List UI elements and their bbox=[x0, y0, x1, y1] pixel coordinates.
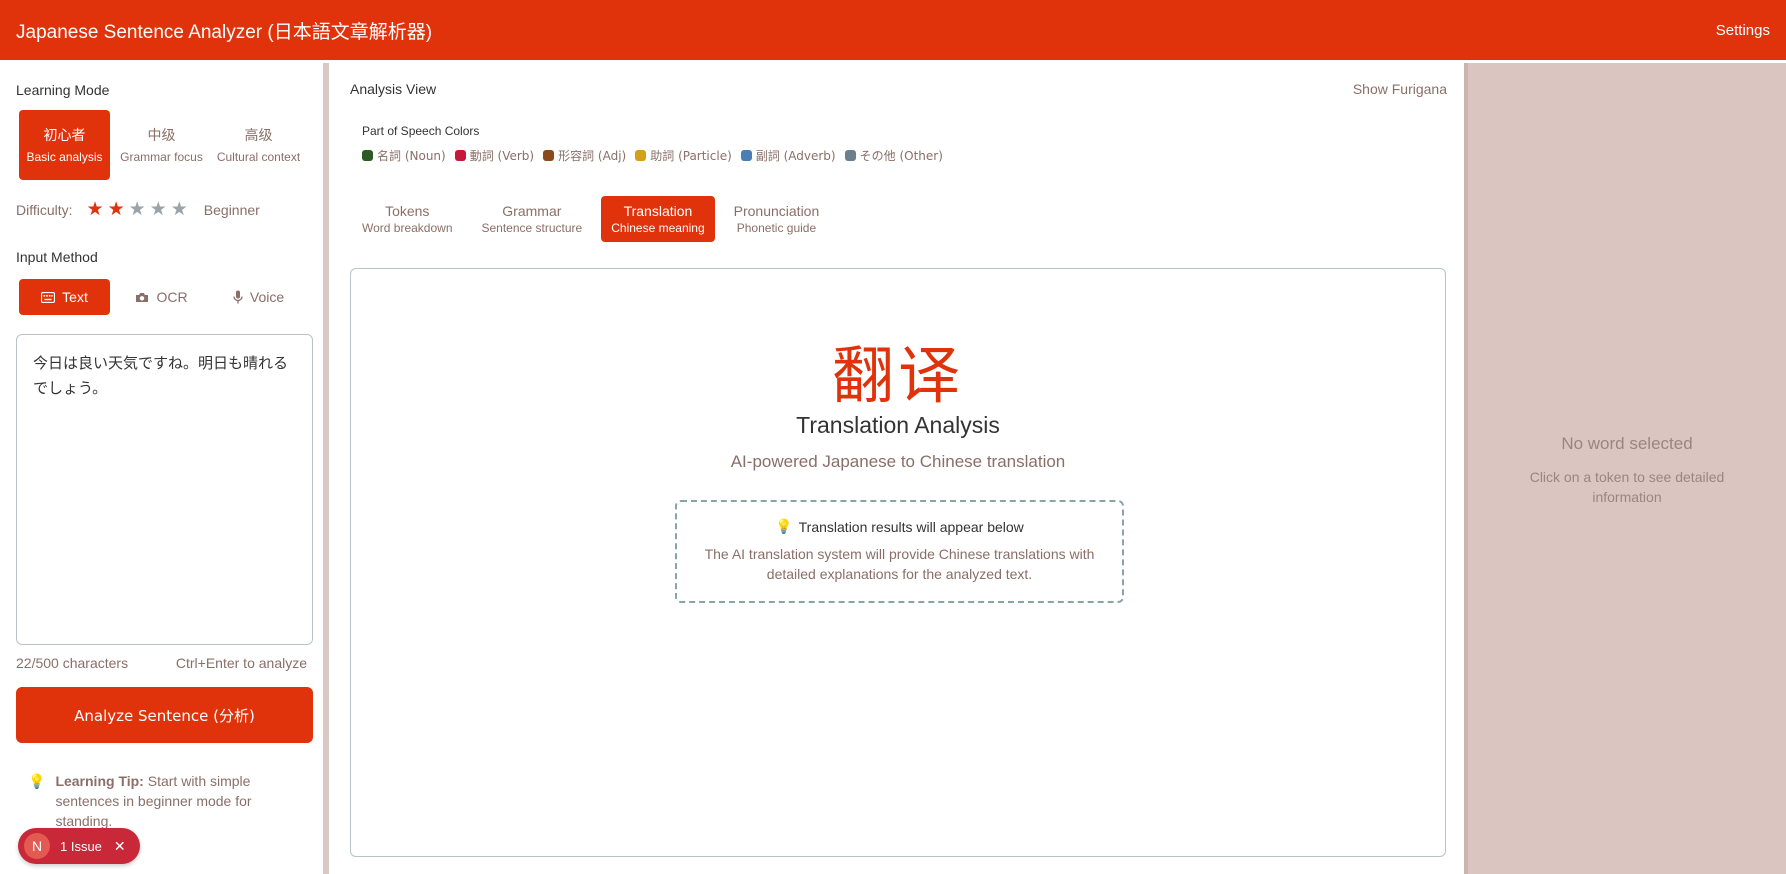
pos-legend-title: Part of Speech Colors bbox=[362, 124, 480, 138]
translation-content: 翻译 Translation Analysis AI-powered Japan… bbox=[350, 268, 1446, 857]
tab-tokens[interactable]: Tokens Word breakdown bbox=[352, 196, 463, 242]
translation-title: Translation Analysis bbox=[796, 412, 1000, 438]
color-swatch bbox=[543, 150, 555, 161]
tab-translation[interactable]: Translation Chinese meaning bbox=[601, 196, 715, 242]
mode-subtitle: Cultural context bbox=[216, 150, 301, 164]
nextjs-logo-icon: N bbox=[24, 833, 50, 859]
tab-title: Translation bbox=[623, 203, 693, 219]
input-method-label: Input Method bbox=[16, 249, 98, 265]
pos-label: 形容詞 (Adj) bbox=[558, 149, 627, 163]
tab-pronunciation[interactable]: Pronunciation Phonetic guide bbox=[724, 196, 830, 242]
method-voice-button[interactable]: Voice bbox=[213, 279, 304, 315]
close-icon[interactable]: ✕ bbox=[114, 838, 126, 855]
method-label: Text bbox=[62, 289, 88, 305]
show-furigana-toggle[interactable]: Show Furigana bbox=[1353, 81, 1447, 97]
difficulty-stars[interactable]: ★ ★ ★ ★ ★ bbox=[87, 200, 188, 219]
translation-notice: 💡 Translation results will appear below … bbox=[675, 500, 1124, 603]
method-ocr-button[interactable]: OCR bbox=[116, 279, 207, 315]
tab-subtitle: Chinese meaning bbox=[611, 221, 705, 235]
analysis-header: Analysis View Show Furigana bbox=[350, 81, 1447, 97]
mode-title: 初心者 bbox=[43, 127, 86, 143]
learning-mode-group: 初心者 Basic analysis 中级 Grammar focus 高级 C… bbox=[16, 110, 307, 180]
app-header: Japanese Sentence Analyzer (日本語文章解析器) Se… bbox=[0, 0, 1786, 60]
pos-legend: 名詞 (Noun) 動詞 (Verb) 形容詞 (Adj) 助詞 (Particle)… bbox=[362, 147, 943, 164]
tip-content: Learning Tip: Start with simple sentence… bbox=[55, 771, 307, 831]
app-title: Japanese Sentence Analyzer (日本語文章解析器) bbox=[16, 21, 433, 43]
tab-subtitle: Phonetic guide bbox=[736, 221, 817, 235]
difficulty-level: Beginner bbox=[203, 201, 260, 218]
lightbulb-icon: 💡 bbox=[775, 518, 793, 534]
mode-intermediate-button[interactable]: 中级 Grammar focus bbox=[116, 110, 207, 180]
sentence-input[interactable]: 今日は良い天気ですね。明日も晴れるでしょう。 bbox=[16, 334, 313, 645]
pos-legend-item: 名詞 (Noun) bbox=[362, 147, 446, 164]
star-icon[interactable]: ★ bbox=[108, 200, 125, 219]
notice-title: Translation results will appear below bbox=[798, 518, 1024, 535]
star-icon[interactable]: ★ bbox=[129, 200, 146, 219]
mode-beginner-button[interactable]: 初心者 Basic analysis bbox=[19, 110, 110, 180]
keyboard-icon bbox=[41, 291, 56, 303]
pos-legend-item: 副詞 (Adverb) bbox=[740, 147, 836, 164]
translation-subtitle: AI-powered Japanese to Chinese translati… bbox=[730, 452, 1066, 471]
color-swatch bbox=[740, 150, 752, 161]
analyze-button[interactable]: Analyze Sentence (分析) bbox=[16, 687, 313, 743]
left-sidebar: Learning Mode 初心者 Basic analysis 中级 Gram… bbox=[0, 63, 329, 874]
word-detail-panel: No word selected Click on a token to see… bbox=[1464, 63, 1786, 874]
no-word-title: No word selected bbox=[1561, 434, 1693, 453]
learning-tip: 💡 Learning Tip: Start with simple senten… bbox=[16, 771, 307, 831]
analysis-view-title: Analysis View bbox=[350, 81, 437, 97]
shortcut-hint: Ctrl+Enter to analyze bbox=[175, 655, 307, 671]
translation-glyph: 翻译 bbox=[831, 339, 964, 412]
mode-subtitle: Grammar focus bbox=[120, 150, 203, 164]
star-icon[interactable]: ★ bbox=[150, 200, 167, 219]
color-swatch bbox=[844, 150, 856, 161]
difficulty-label: Difficulty: bbox=[16, 201, 73, 218]
notice-body: The AI translation system will provide C… bbox=[704, 546, 1095, 582]
mode-subtitle: Basic analysis bbox=[26, 150, 103, 164]
analysis-panel: Analysis View Show Furigana Part of Spee… bbox=[335, 63, 1464, 874]
tab-title: Pronunciation bbox=[733, 203, 820, 219]
microphone-icon bbox=[233, 290, 243, 304]
color-swatch bbox=[362, 150, 373, 161]
color-swatch bbox=[635, 150, 647, 161]
mode-title: 中级 bbox=[147, 127, 176, 143]
pos-label: 動詞 (Verb) bbox=[469, 149, 535, 163]
star-icon[interactable]: ★ bbox=[171, 200, 188, 219]
star-icon[interactable]: ★ bbox=[87, 200, 104, 219]
lightbulb-icon: 💡 bbox=[28, 773, 46, 789]
tab-subtitle: Sentence structure bbox=[481, 221, 583, 235]
pos-legend-item: 形容詞 (Adj) bbox=[543, 147, 626, 164]
color-swatch bbox=[454, 150, 466, 161]
issue-badge[interactable]: N 1 Issue ✕ bbox=[18, 828, 140, 864]
method-label: OCR bbox=[156, 289, 188, 305]
difficulty-rating: Difficulty: ★ ★ ★ ★ ★ Beginner bbox=[16, 200, 307, 219]
tip-label: Learning Tip: bbox=[55, 773, 144, 789]
no-word-subtitle: Click on a token to see detailed informa… bbox=[1529, 469, 1725, 505]
analysis-tabs: Tokens Word breakdown Grammar Sentence s… bbox=[352, 196, 829, 242]
tab-title: Tokens bbox=[385, 203, 430, 219]
pos-label: 名詞 (Noun) bbox=[377, 149, 446, 163]
learning-mode-label: Learning Mode bbox=[16, 82, 110, 98]
tab-subtitle: Word breakdown bbox=[362, 221, 453, 235]
pos-label: その他 (Other) bbox=[859, 149, 943, 163]
pos-label: 助詞 (Particle) bbox=[650, 149, 732, 163]
issue-count: 1 Issue bbox=[60, 838, 102, 854]
char-count: 22/500 characters bbox=[16, 655, 129, 671]
input-method-group: Text OCR Voice bbox=[16, 279, 307, 315]
input-meta: 22/500 characters Ctrl+Enter to analyze bbox=[16, 655, 307, 671]
method-text-button[interactable]: Text bbox=[19, 279, 110, 315]
method-label: Voice bbox=[249, 289, 285, 305]
camera-icon bbox=[136, 292, 149, 302]
pos-legend-item: その他 (Other) bbox=[844, 147, 943, 164]
mode-title: 高级 bbox=[244, 127, 273, 143]
tab-grammar[interactable]: Grammar Sentence structure bbox=[472, 196, 593, 242]
pos-legend-item: 動詞 (Verb) bbox=[454, 147, 535, 164]
mode-advanced-button[interactable]: 高级 Cultural context bbox=[213, 110, 304, 180]
notice-heading: 💡 Translation results will appear below bbox=[677, 518, 1122, 535]
pos-legend-item: 助詞 (Particle) bbox=[635, 147, 732, 164]
pos-label: 副詞 (Adverb) bbox=[755, 149, 836, 163]
settings-link[interactable]: Settings bbox=[1716, 22, 1770, 39]
tab-title: Grammar bbox=[502, 203, 562, 219]
